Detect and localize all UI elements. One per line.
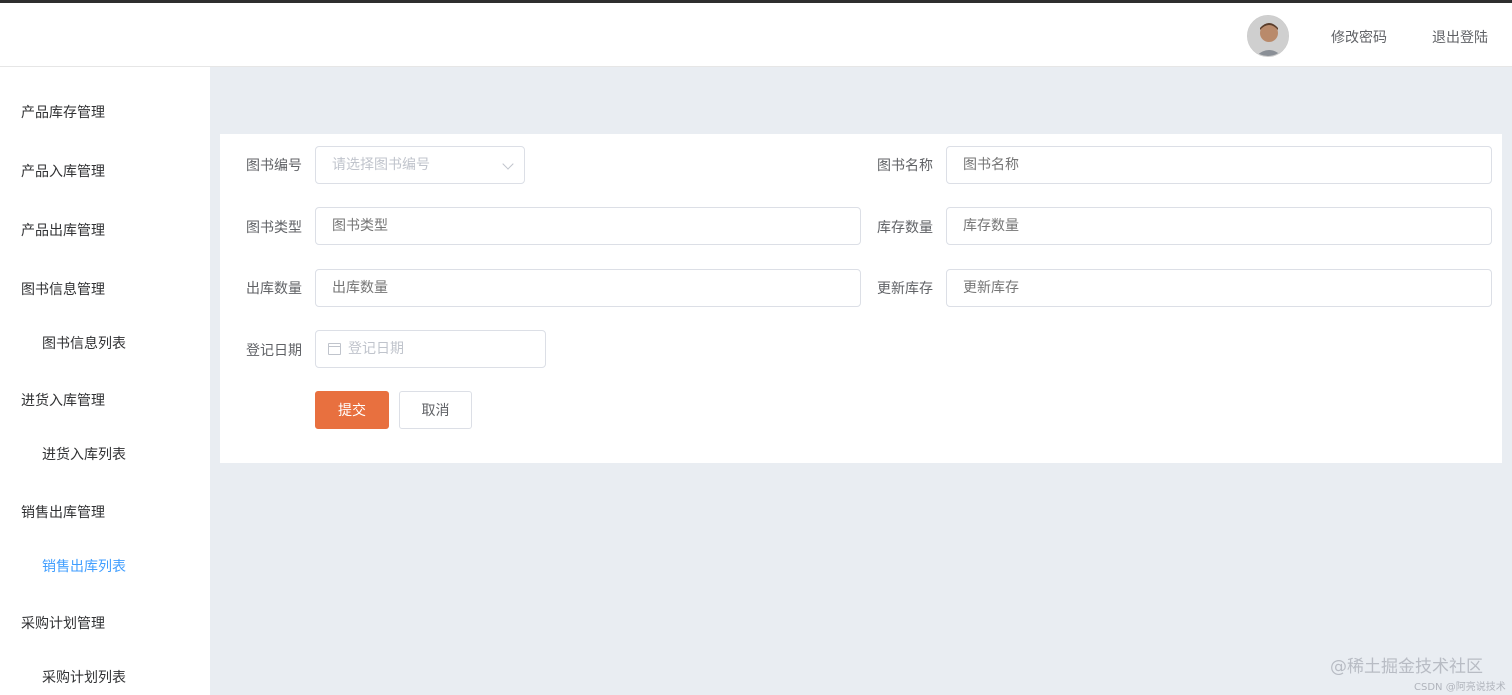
watermark: @稀土掘金技术社区 <box>1330 657 1483 677</box>
out-qty-input[interactable] <box>315 269 861 307</box>
logout-link[interactable]: 退出登陆 <box>1432 27 1488 47</box>
stock-qty-input[interactable] <box>946 207 1492 245</box>
book-no-select[interactable]: 请选择图书编号 <box>315 146 525 184</box>
sidebar-item-book-info[interactable]: 图书信息管理 <box>0 279 210 299</box>
avatar[interactable] <box>1247 15 1289 57</box>
sidebar-item-product-inbound[interactable]: 产品入库管理 <box>0 161 210 181</box>
reg-date-label: 登记日期 <box>246 343 302 359</box>
sidebar-item-purchase-inbound[interactable]: 进货入库管理 <box>0 390 210 410</box>
sidebar-item-procurement-plan-list[interactable]: 采购计划列表 <box>0 667 210 687</box>
book-no-label: 图书编号 <box>246 158 302 174</box>
out-qty-label: 出库数量 <box>246 281 302 297</box>
book-name-label: 图书名称 <box>877 158 933 174</box>
sidebar: 产品库存管理 产品入库管理 产品出库管理 图书信息管理 图书信息列表 进货入库管… <box>0 67 210 695</box>
update-stock-label: 更新库存 <box>877 281 933 297</box>
sidebar-item-sales-outbound-list[interactable]: 销售出库列表 <box>0 556 210 576</box>
watermark-sub: CSDN @阿亮说技术 <box>1414 682 1506 693</box>
book-name-input[interactable] <box>946 146 1492 184</box>
cancel-button[interactable]: 取消 <box>399 391 472 429</box>
reg-date-placeholder: 登记日期 <box>348 341 404 357</box>
book-type-input[interactable] <box>315 207 861 245</box>
sidebar-item-book-info-list[interactable]: 图书信息列表 <box>0 333 210 353</box>
book-no-placeholder: 请选择图书编号 <box>332 157 430 173</box>
book-type-label: 图书类型 <box>246 220 302 236</box>
calendar-icon <box>328 343 341 355</box>
sidebar-item-procurement-plan[interactable]: 采购计划管理 <box>0 613 210 633</box>
reg-date-picker[interactable]: 登记日期 <box>315 330 546 368</box>
chevron-down-icon <box>502 158 514 170</box>
sidebar-item-product-outbound[interactable]: 产品出库管理 <box>0 220 210 240</box>
submit-button[interactable]: 提交 <box>315 391 389 429</box>
change-password-link[interactable]: 修改密码 <box>1331 27 1387 47</box>
stock-qty-label: 库存数量 <box>877 220 933 236</box>
form-panel: 图书编号 请选择图书编号 图书名称 图书类型 库存数量 出库数量 更新库存 登记… <box>220 134 1502 463</box>
update-stock-input[interactable] <box>946 269 1492 307</box>
sidebar-item-purchase-inbound-list[interactable]: 进货入库列表 <box>0 444 210 464</box>
sidebar-item-sales-outbound[interactable]: 销售出库管理 <box>0 502 210 522</box>
sidebar-item-product-stock[interactable]: 产品库存管理 <box>0 102 210 122</box>
top-header: 修改密码 退出登陆 <box>0 3 1512 67</box>
user-avatar-icon <box>1248 16 1288 56</box>
